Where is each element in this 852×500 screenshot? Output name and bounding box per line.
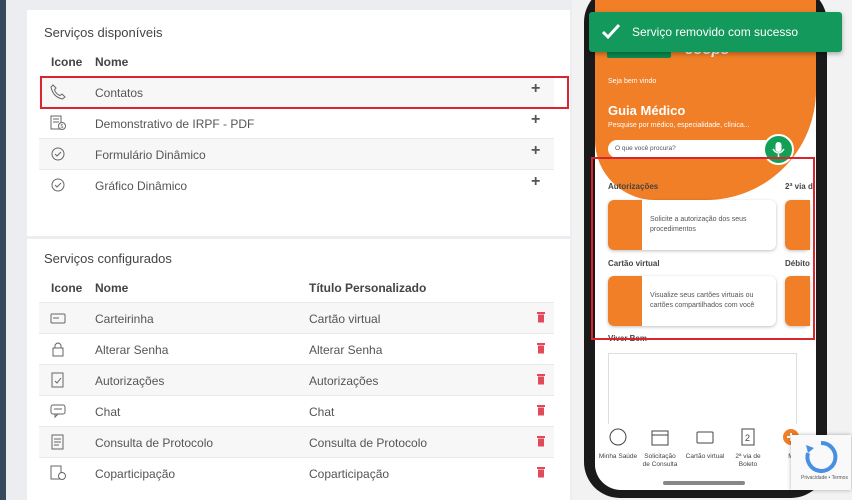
svg-text:2: 2 (745, 433, 750, 443)
available-services-panel: Serviços disponíveis Icone Nome Contatos… (27, 10, 570, 236)
table-row: Consulta de Protocolo Consulta de Protoc… (39, 426, 554, 457)
health-icon (609, 428, 627, 446)
col-icon-header: Icone (51, 55, 83, 69)
available-services-title: Serviços disponíveis (44, 25, 163, 40)
col-name-header: Nome (95, 281, 129, 295)
service-title: Consulta de Protocolo (309, 436, 428, 450)
recaptcha-badge[interactable]: Privacidade • Termos (791, 435, 851, 490)
success-toast: Serviço removido com sucesso (589, 12, 842, 52)
table-row: Gráfico Dinâmico + (39, 169, 554, 200)
chat-icon (50, 404, 66, 419)
service-name: Autorizações (95, 374, 165, 388)
boleto-icon: 2 (741, 428, 755, 446)
service-name: Consulta de Protocolo (95, 436, 214, 450)
table-row: Carteirinha Cartão virtual (39, 302, 554, 333)
recaptcha-text: Privacidade • Termos (801, 475, 848, 481)
trash-icon[interactable] (536, 435, 546, 447)
trash-icon[interactable] (536, 342, 546, 354)
add-service-button[interactable]: + (531, 111, 540, 129)
table-row: Autorizações Autorizações (39, 364, 554, 395)
service-name: Coparticipação (95, 467, 176, 481)
service-name: Demonstrativo de IRPF - PDF (95, 117, 255, 131)
trash-icon[interactable] (536, 466, 546, 478)
recaptcha-icon (805, 440, 838, 473)
form-icon (51, 147, 65, 161)
copay-icon (50, 465, 66, 480)
table-row: Coparticipação Coparticipação (39, 457, 554, 488)
add-service-button[interactable]: + (531, 142, 540, 160)
guia-subtitle: Pesquise por médico, especialidade, clín… (608, 122, 750, 129)
table-row: $ Demonstrativo de IRPF - PDF + (39, 107, 554, 138)
configured-services-panel: Serviços configurados Icone Nome Título … (27, 239, 570, 500)
table-row: Chat Chat (39, 395, 554, 426)
col-name-header: Nome (95, 55, 129, 69)
service-name: Carteirinha (95, 312, 154, 326)
table-row: Formulário Dinâmico + (39, 138, 554, 169)
sidebar-edge (0, 0, 6, 500)
add-service-button[interactable]: + (531, 173, 540, 191)
service-name: Alterar Senha (95, 343, 169, 357)
nav-solicitacao[interactable]: Solicitação de Consulta (640, 428, 680, 469)
broken-image (608, 353, 797, 429)
highlight-box (591, 157, 815, 340)
configured-services-title: Serviços configurados (44, 251, 172, 266)
guia-title: Guia Médico (608, 103, 686, 118)
lock-icon (52, 342, 64, 357)
service-title: Chat (309, 405, 335, 419)
service-title: Alterar Senha (309, 343, 383, 357)
col-title-header: Título Personalizado (309, 281, 427, 295)
welcome-text: Seja bem vindo (608, 78, 657, 85)
trash-icon[interactable] (536, 373, 546, 385)
service-title: Cartão virtual (309, 312, 381, 326)
document-icon: $ (50, 115, 66, 130)
table-row: Alterar Senha Alterar Senha (39, 333, 554, 364)
card-icon (696, 431, 714, 444)
highlight-box (40, 76, 569, 109)
nav-cartao[interactable]: Cartão virtual (685, 428, 725, 461)
search-input[interactable]: O que você procura? (608, 140, 773, 158)
service-name: Formulário Dinâmico (95, 148, 206, 162)
toast-message: Serviço removido com sucesso (632, 25, 799, 39)
trash-icon[interactable] (536, 311, 546, 323)
col-icon-header: Icone (51, 281, 83, 295)
protocol-icon (51, 434, 64, 450)
svg-text:$: $ (61, 124, 64, 130)
card-icon (50, 313, 66, 324)
service-title: Autorizações (309, 374, 379, 388)
home-indicator (663, 481, 745, 485)
service-name: Gráfico Dinâmico (95, 179, 188, 193)
trash-icon[interactable] (536, 404, 546, 416)
service-title: Coparticipação (309, 467, 390, 481)
chart-icon (51, 178, 65, 192)
nav-minha-saude[interactable]: Minha Saúde (598, 428, 638, 461)
nav-boleto[interactable]: 2 2ª via de Boleto (728, 428, 768, 469)
bottom-nav: Minha Saúde Solicitação de Consulta Cart… (595, 424, 816, 480)
calendar-icon (651, 430, 669, 446)
authorization-icon (51, 372, 64, 388)
service-name: Chat (95, 405, 121, 419)
check-icon (601, 23, 621, 40)
